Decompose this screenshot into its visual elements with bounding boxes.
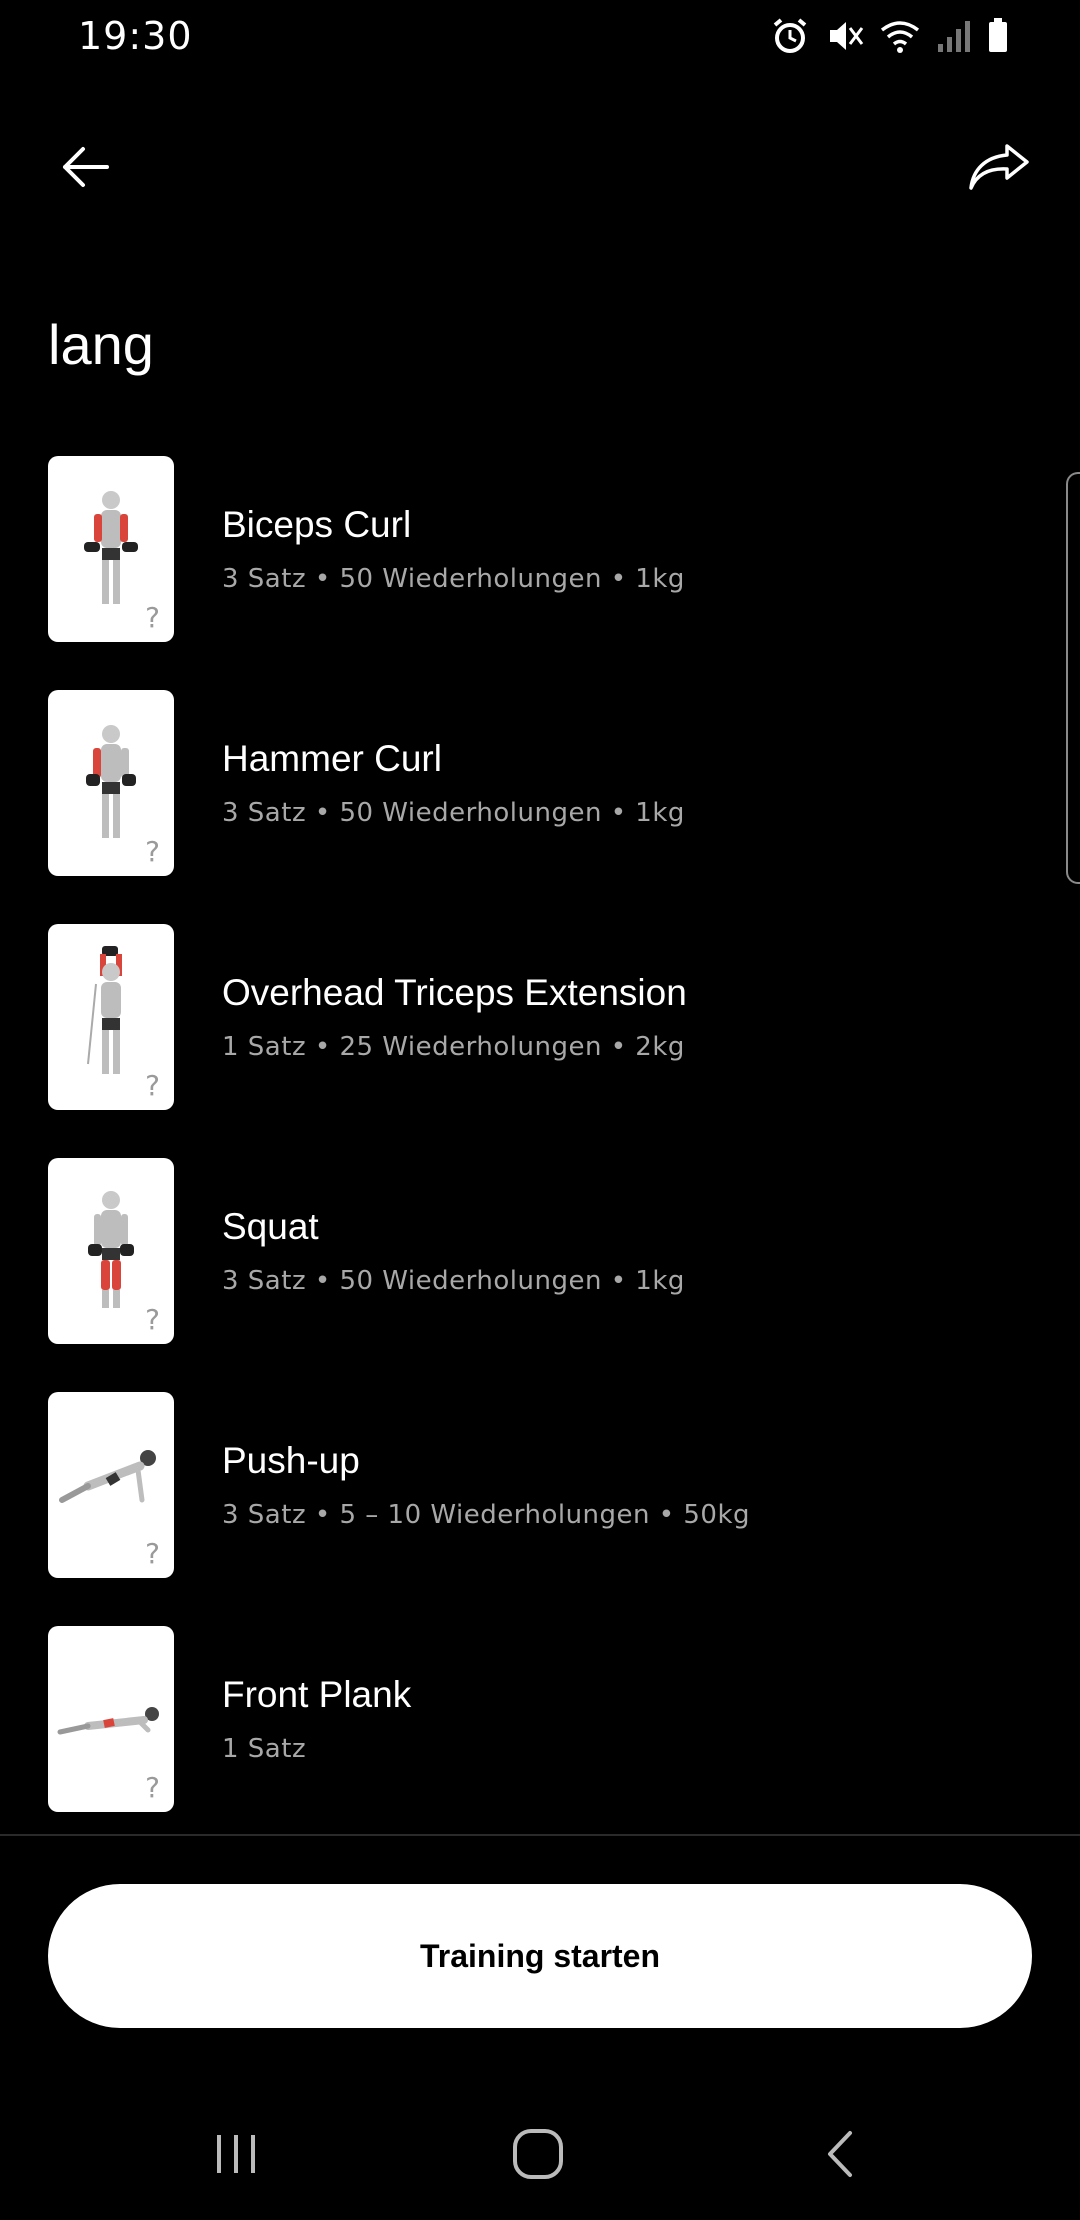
status-icons bbox=[770, 12, 1010, 60]
help-icon: ? bbox=[145, 1069, 160, 1102]
exercise-name: Biceps Curl bbox=[222, 504, 412, 545]
exercise-meta: 3 Satz • 5 – 10 Wiederholungen • 50kg bbox=[222, 1500, 751, 1530]
exercise-item[interactable]: ? Front Plank 1 Satz bbox=[0, 1626, 1080, 1860]
status-time: 19:30 bbox=[78, 14, 193, 58]
exercise-item[interactable]: ? Biceps Curl 3 Satz • 50 Wiederholungen… bbox=[0, 456, 1080, 690]
exercise-thumbnail[interactable]: ? bbox=[48, 1158, 174, 1344]
help-icon: ? bbox=[145, 835, 160, 868]
battery-icon bbox=[986, 16, 1010, 56]
exercise-meta: 1 Satz • 25 Wiederholungen • 2kg bbox=[222, 1032, 685, 1062]
scroll-indicator[interactable] bbox=[1066, 472, 1080, 884]
share-icon bbox=[967, 142, 1031, 197]
home-icon bbox=[511, 2127, 565, 2186]
alarm-icon bbox=[770, 16, 810, 56]
help-icon: ? bbox=[145, 1537, 160, 1570]
exercise-item[interactable]: ? Hammer Curl 3 Satz • 50 Wiederholungen… bbox=[0, 690, 1080, 924]
exercise-item[interactable]: ? Overhead Triceps Extension 1 Satz • 25… bbox=[0, 924, 1080, 1158]
wifi-icon bbox=[878, 16, 922, 56]
page-title: lang bbox=[48, 313, 154, 376]
start-training-button[interactable]: Training starten bbox=[48, 1884, 1032, 2028]
exercise-name: Hammer Curl bbox=[222, 738, 442, 779]
exercise-meta: 3 Satz • 50 Wiederholungen • 1kg bbox=[222, 798, 685, 828]
exercise-name: Squat bbox=[222, 1206, 319, 1247]
exercise-name: Overhead Triceps Extension bbox=[222, 972, 687, 1013]
back-icon bbox=[820, 2127, 860, 2186]
exercise-item[interactable]: ? Squat 3 Satz • 50 Wiederholungen • 1kg bbox=[0, 1158, 1080, 1392]
exercise-thumbnail[interactable]: ? bbox=[48, 1392, 174, 1578]
exercise-thumbnail[interactable]: ? bbox=[48, 1626, 174, 1812]
signal-icon bbox=[936, 16, 972, 56]
status-bar: 19:30 bbox=[0, 0, 1080, 72]
back-button[interactable] bbox=[40, 124, 130, 214]
exercise-thumbnail[interactable]: ? bbox=[48, 456, 174, 642]
exercise-name: Push-up bbox=[222, 1440, 360, 1481]
system-back-button[interactable] bbox=[795, 2116, 885, 2196]
exercise-meta: 3 Satz • 50 Wiederholungen • 1kg bbox=[222, 564, 685, 594]
exercise-thumbnail[interactable]: ? bbox=[48, 924, 174, 1110]
exercise-list: ? Biceps Curl 3 Satz • 50 Wiederholungen… bbox=[0, 456, 1080, 1860]
help-icon: ? bbox=[145, 1303, 160, 1336]
exercise-name: Front Plank bbox=[222, 1674, 412, 1715]
exercise-thumbnail[interactable]: ? bbox=[48, 690, 174, 876]
exercise-meta: 1 Satz bbox=[222, 1734, 307, 1764]
exercise-meta: 3 Satz • 50 Wiederholungen • 1kg bbox=[222, 1266, 685, 1296]
help-icon: ? bbox=[145, 601, 160, 634]
mute-icon bbox=[824, 16, 864, 56]
recents-icon bbox=[211, 2129, 261, 2184]
recents-button[interactable] bbox=[191, 2116, 281, 2196]
help-icon: ? bbox=[145, 1771, 160, 1804]
home-button[interactable] bbox=[493, 2116, 583, 2196]
share-button[interactable] bbox=[954, 124, 1044, 214]
exercise-item[interactable]: ? Push-up 3 Satz • 5 – 10 Wiederholungen… bbox=[0, 1392, 1080, 1626]
system-nav-bar bbox=[0, 2100, 1080, 2220]
arrow-left-icon bbox=[59, 145, 111, 194]
divider bbox=[0, 1834, 1080, 1836]
